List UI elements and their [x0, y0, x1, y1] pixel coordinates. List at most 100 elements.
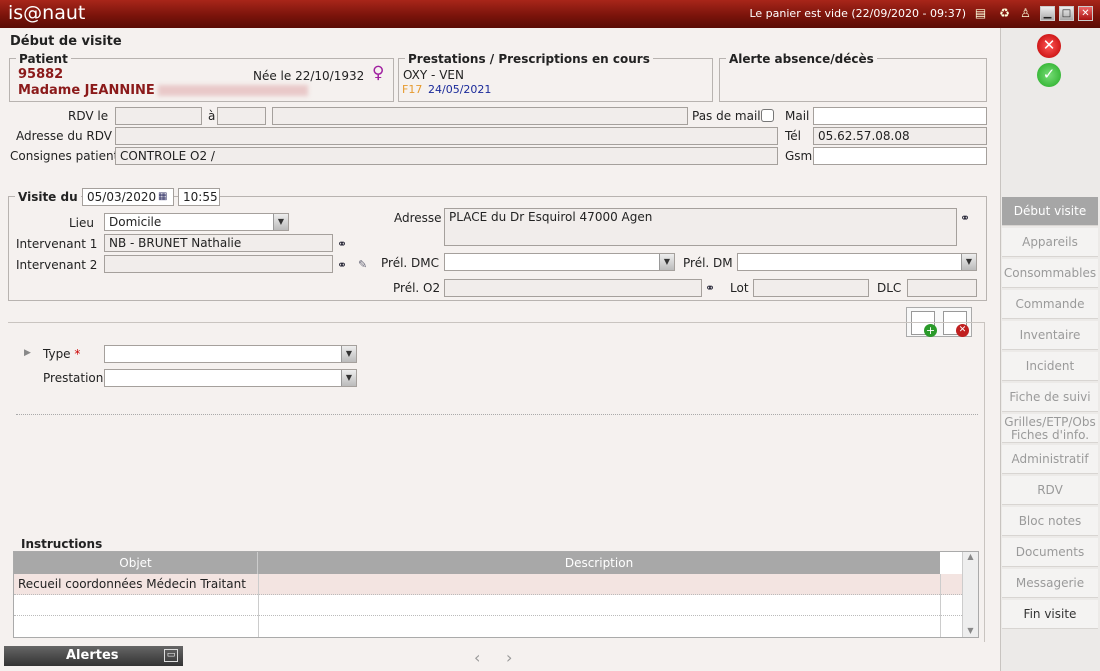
- intervenant2-field[interactable]: [104, 255, 333, 273]
- calendar-icon[interactable]: ▦: [158, 190, 171, 203]
- expand-arrow-icon[interactable]: ▶: [24, 348, 31, 358]
- type-select[interactable]: ▼: [104, 345, 357, 363]
- sidebar-item-commande[interactable]: Commande: [1002, 290, 1098, 319]
- row-objet: Recueil coordonnées Médecin Traitant: [18, 577, 246, 591]
- female-icon: ♀: [372, 63, 385, 83]
- main-area: Début de visite Patient 95882 Madame JEA…: [0, 28, 1000, 671]
- table-scrollbar[interactable]: ▲ ▼: [962, 552, 978, 637]
- table-row[interactable]: Recueil coordonnées Médecin Traitant: [14, 574, 962, 595]
- person-icon[interactable]: ♙: [1018, 6, 1033, 21]
- prestation-date: 24/05/2021: [428, 83, 492, 96]
- sidebar-item-debut-visite[interactable]: Début visite: [1002, 197, 1098, 226]
- adresse-rdv-field[interactable]: [115, 127, 778, 145]
- page-title: Début de visite: [10, 34, 122, 49]
- prestations-panel: Prestations / Prescriptions en cours OXY…: [398, 52, 713, 102]
- sidebar-item-messagerie[interactable]: Messagerie: [1002, 569, 1098, 598]
- prel-o2-field[interactable]: [444, 279, 702, 297]
- add-doc-icon[interactable]: +: [911, 311, 937, 337]
- patient-name: Madame JEANNINE: [18, 83, 155, 98]
- sidebar-item-inventaire[interactable]: Inventaire: [1002, 321, 1098, 350]
- sidebar-item-bloc-notes[interactable]: Bloc notes: [1002, 507, 1098, 536]
- gsm-field[interactable]: [813, 147, 987, 165]
- prel-dmc-select[interactable]: ▼: [444, 253, 675, 271]
- rdv-le-label: RDV le: [68, 109, 109, 123]
- prel-o2-label: Prél. O2: [393, 281, 441, 295]
- sidebar-item-administratif[interactable]: Administratif: [1002, 445, 1098, 474]
- pas-de-mail-checkbox[interactable]: [761, 109, 774, 122]
- prel-dmc-label: Prél. DMC: [381, 256, 440, 270]
- column-header-description[interactable]: Description: [258, 552, 940, 574]
- table-header: Objet Description: [14, 552, 940, 574]
- scroll-up-icon[interactable]: ▲: [963, 552, 978, 561]
- adresse-rdv-label: Adresse du RDV: [16, 129, 112, 143]
- binoculars-icon[interactable]: ⚭: [337, 259, 355, 271]
- consignes-label: Consignes patient: [10, 149, 119, 163]
- close-window-button[interactable]: ✕: [1078, 6, 1093, 21]
- chevron-down-icon[interactable]: ▼: [273, 214, 288, 230]
- sidebar-item-incident[interactable]: Incident: [1002, 352, 1098, 381]
- eraser-icon[interactable]: ✎: [358, 258, 376, 271]
- prestations-legend: Prestations / Prescriptions en cours: [405, 52, 653, 66]
- sidebar-item-rdv[interactable]: RDV: [1002, 476, 1098, 505]
- visite-time-field[interactable]: 10:55: [178, 188, 220, 206]
- next-arrow-icon[interactable]: ›: [506, 648, 512, 667]
- alertes-label: Alertes: [66, 648, 119, 663]
- type-label: Type *: [43, 347, 81, 361]
- chevron-down-icon[interactable]: ▼: [341, 346, 356, 362]
- lot-field[interactable]: [753, 279, 869, 297]
- consignes-field[interactable]: CONTROLE O2 /: [115, 147, 778, 165]
- prel-dm-select[interactable]: ▼: [737, 253, 977, 271]
- minimize-button[interactable]: ▁: [1040, 6, 1055, 21]
- table-row[interactable]: [14, 595, 962, 616]
- alerte-panel: Alerte absence/décès: [719, 52, 987, 102]
- adresse-label: Adresse: [394, 211, 442, 225]
- dotted-divider: [16, 414, 978, 415]
- instructions-legend: Instructions: [21, 537, 103, 551]
- lieu-value: Domicile: [109, 215, 162, 229]
- column-header-objet[interactable]: Objet: [14, 552, 258, 574]
- maximize-button[interactable]: □: [1059, 6, 1074, 21]
- dlc-label: DLC: [877, 281, 902, 295]
- rdv-time-field[interactable]: [217, 107, 266, 125]
- lieu-select[interactable]: Domicile ▼: [104, 213, 289, 231]
- divider: [8, 322, 985, 323]
- sidebar-item-appareils[interactable]: Appareils: [1002, 228, 1098, 257]
- prestation-label: Prestation: [43, 371, 104, 385]
- binoculars-icon[interactable]: ⚭: [705, 282, 723, 294]
- remove-doc-icon[interactable]: ✕: [943, 311, 969, 337]
- binoculars-icon[interactable]: ⚭: [960, 212, 978, 224]
- mail-field[interactable]: [813, 107, 987, 125]
- intervenant1-field[interactable]: NB - BRUNET Nathalie: [104, 234, 333, 252]
- instructions-table: Objet Description Recueil coordonnées Mé…: [13, 551, 979, 638]
- sidebar-item-grilles[interactable]: Grilles/ETP/Obs Fiches d'info.: [1002, 414, 1098, 443]
- sidebar-item-consommables[interactable]: Consommables: [1002, 259, 1098, 288]
- scroll-down-icon[interactable]: ▼: [963, 626, 978, 635]
- chevron-down-icon[interactable]: ▼: [961, 254, 976, 270]
- pas-de-mail-label: Pas de mail: [692, 109, 761, 123]
- chevron-down-icon[interactable]: ▼: [659, 254, 674, 270]
- chevron-down-icon[interactable]: ▼: [341, 370, 356, 386]
- dlc-field[interactable]: [907, 279, 977, 297]
- expand-icon[interactable]: ▭: [164, 649, 178, 662]
- previous-arrow-icon[interactable]: ‹: [474, 648, 480, 667]
- redacted-name: [158, 85, 308, 96]
- check-circle-icon[interactable]: ✓: [1037, 63, 1061, 87]
- binoculars-icon[interactable]: ⚭: [337, 238, 355, 250]
- prestation-select[interactable]: ▼: [104, 369, 357, 387]
- alertes-bar[interactable]: Alertes ▭: [4, 646, 183, 666]
- sidebar-item-label: Fiches d'info.: [1010, 428, 1090, 442]
- sidebar-item-fin-visite[interactable]: Fin visite: [1002, 600, 1098, 629]
- tel-field[interactable]: 05.62.57.08.08: [813, 127, 987, 145]
- alerte-legend: Alerte absence/décès: [726, 52, 877, 66]
- gsm-label: Gsm: [785, 149, 813, 163]
- patient-panel: Patient 95882 Madame JEANNINE Née le 22/…: [9, 52, 394, 102]
- recycle-icon[interactable]: ♻: [997, 6, 1012, 21]
- sidebar-item-documents[interactable]: Documents: [1002, 538, 1098, 567]
- sidebar-item-fiche-de-suivi[interactable]: Fiche de suivi: [1002, 383, 1098, 412]
- adresse-field[interactable]: PLACE du Dr Esquirol 47000 Agen: [444, 208, 957, 246]
- cart-icon[interactable]: ▤: [973, 6, 988, 21]
- rdv-date-field[interactable]: [115, 107, 202, 125]
- close-circle-icon[interactable]: ✕: [1037, 34, 1061, 58]
- tel-label: Tél: [785, 129, 802, 143]
- rdv-extra-field[interactable]: [272, 107, 688, 125]
